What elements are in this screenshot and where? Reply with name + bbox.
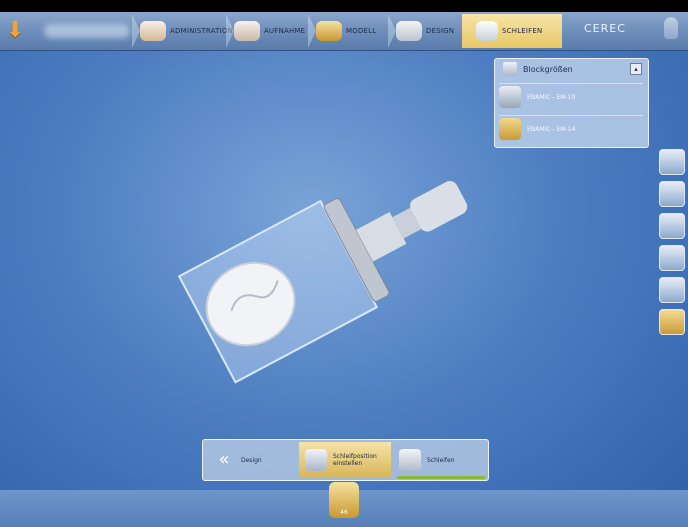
step-bar: « Design Schleifposition einstellen Schl… [202,439,489,481]
block-em14-icon [499,118,521,140]
cube-view-button[interactable] [659,149,685,175]
monitor-button[interactable] [659,245,685,271]
step-schleifposition-label: Schleifposition einstellen [333,453,377,467]
play-icon [399,449,421,471]
block-em14-label: ENAMIC - EM-14 [527,125,576,133]
positioning-icon [305,449,327,471]
tool-button[interactable] [659,213,685,239]
panel-title: Blockgrößen [523,64,573,74]
step-schleifen[interactable]: Schleifen [393,442,485,478]
block-em10-icon [499,86,521,108]
layers-button[interactable] [659,277,685,303]
panel-header: Blockgrößen [495,59,648,79]
double-chevron-left-icon: « [218,449,230,470]
block-icon [503,62,517,76]
block-size-panel: Blockgrößen ▴ ENAMIC - EM-10 ENAMIC - EM… [494,58,649,148]
step-design-label: Design [241,456,262,464]
block-option-em10[interactable]: ENAMIC - EM-10 [499,83,643,110]
rotate-view-button[interactable] [659,181,685,207]
block-holder-button[interactable] [659,309,685,335]
block-em10-label: ENAMIC - EM-10 [527,93,576,101]
step-schleifen-label: Schleifen [427,456,455,464]
pin-icon[interactable]: ▴ [630,63,642,75]
step-design[interactable]: « Design [207,442,299,478]
job-counter[interactable]: 46 [329,482,359,518]
step-schleifposition[interactable]: Schleifposition einstellen [299,442,485,479]
job-counter-value: 46 [340,509,348,516]
block-option-em14[interactable]: ENAMIC - EM-14 [499,115,643,142]
